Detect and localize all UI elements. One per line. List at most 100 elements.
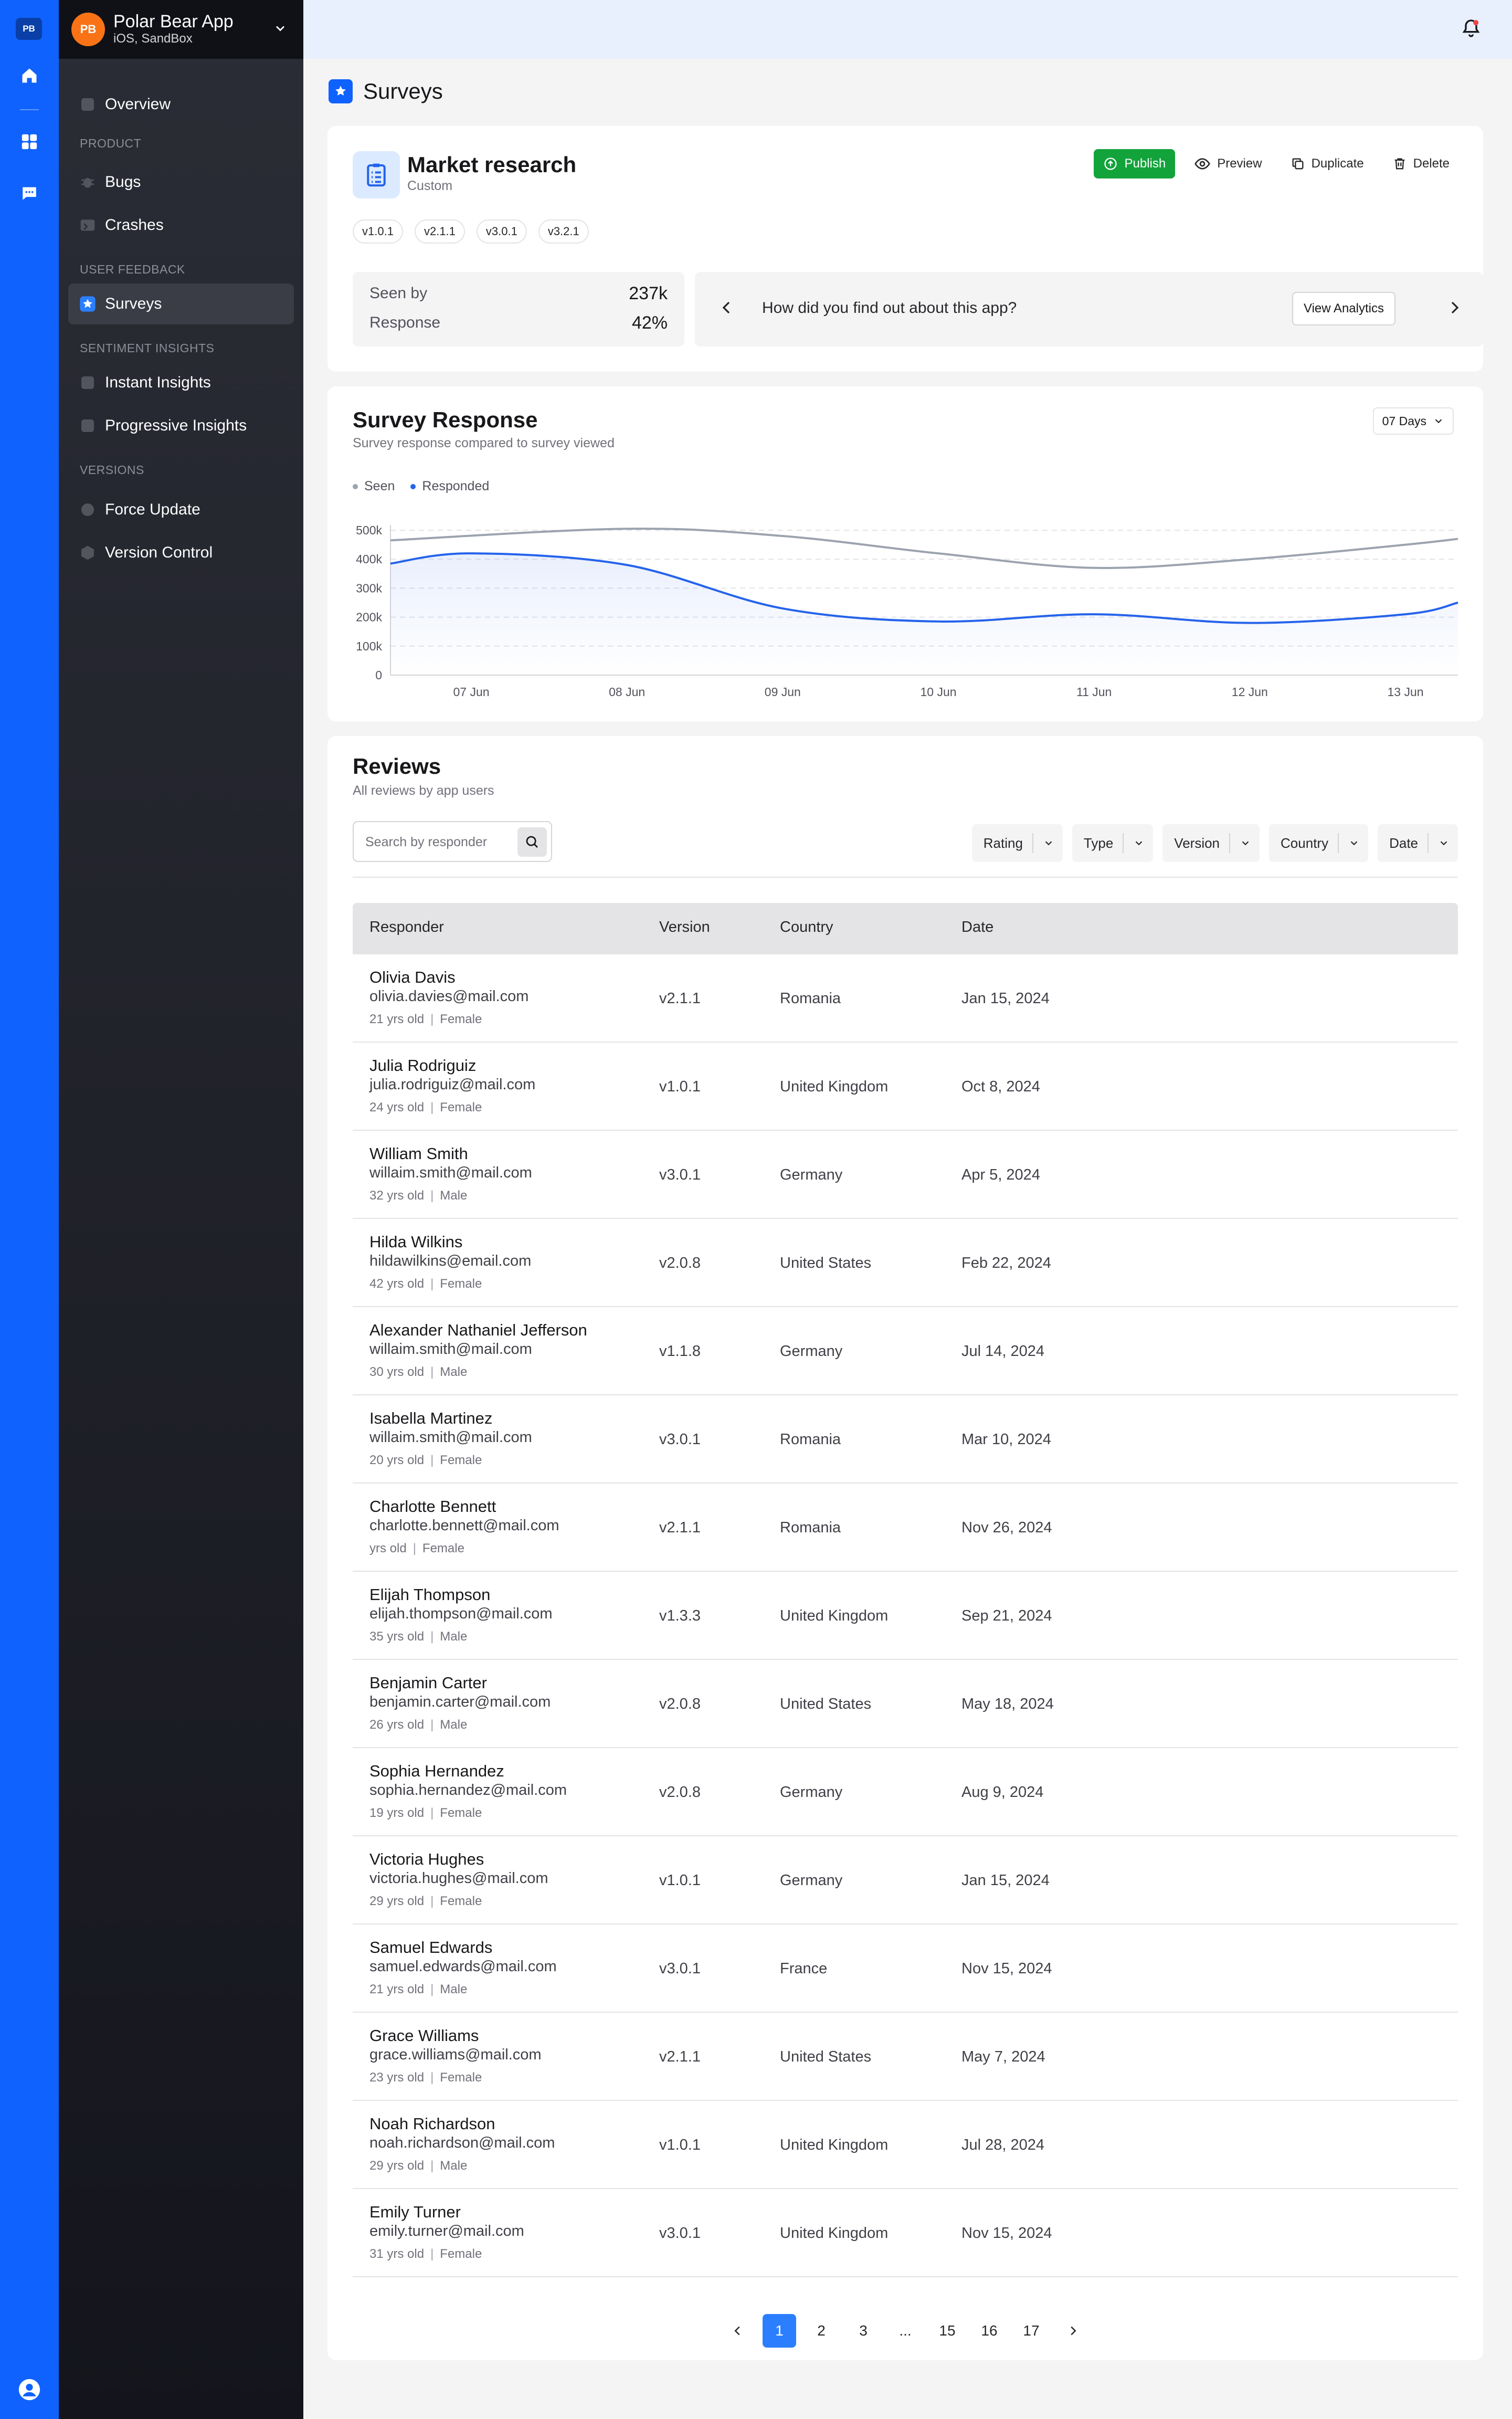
table-row[interactable]: Julia Rodriguiz julia.rodriguiz@mail.com 2… xyxy=(353,1043,1458,1131)
table-row[interactable]: Sophia Hernandez sophia.hernandez@mail.co… xyxy=(353,1748,1458,1836)
filter-rating[interactable]: Rating xyxy=(971,824,1063,862)
responder-gender: Female xyxy=(422,1541,464,1555)
preview-button[interactable]: Preview xyxy=(1185,149,1272,178)
table-row[interactable]: Noah Richardson noah.richardson@mail.com 2… xyxy=(353,2101,1458,2189)
filter-version[interactable]: Version xyxy=(1162,824,1260,862)
user-account-icon[interactable] xyxy=(15,2375,44,2404)
feedback-icon[interactable] xyxy=(15,178,44,208)
line-chart: 0 100k 200k 300k 400k 500k 07 Jun 08 Jun 09 Jun 1… xyxy=(356,523,1458,699)
sidebar-item-version-control[interactable]: Version Control xyxy=(68,532,294,573)
x-tick-label: 07 Jun xyxy=(453,685,489,699)
chevron-down-icon xyxy=(276,26,284,31)
table-row[interactable]: Hilda Wilkins hildawilkins@email.com 42 yr… xyxy=(353,1219,1458,1307)
table-row[interactable]: Elijah Thompson elijah.thompson@mail.com 3… xyxy=(353,1572,1458,1660)
column-header-date[interactable]: Date xyxy=(961,919,993,936)
table-row[interactable]: Victoria Hughes victoria.hughes@mail.com 2… xyxy=(353,1836,1458,1924)
version-tag[interactable]: v3.0.1 xyxy=(476,219,527,244)
table-row[interactable]: Emily Turner emily.turner@mail.com 31 yrs … xyxy=(353,2189,1458,2277)
x-tick-label: 13 Jun xyxy=(1387,685,1423,699)
table-row[interactable]: Olivia Davis olivia.davies@mail.com 21 yrs… xyxy=(353,954,1458,1043)
table-row[interactable]: William Smith willaim.smith@mail.com 32 yr… xyxy=(353,1131,1458,1219)
table-row[interactable]: Alexander Nathaniel Jefferson willaim.smi… xyxy=(353,1307,1458,1395)
sidebar-item-overview[interactable]: Overview xyxy=(68,84,294,125)
responder-name: Noah Richardson xyxy=(369,2115,495,2133)
survey-card: Market research Custom Publish Preview D… xyxy=(327,126,1483,372)
column-header-version[interactable]: Version xyxy=(659,919,710,936)
responder-meta: 26 yrs old | Male xyxy=(369,1718,467,1732)
responder-meta: 31 yrs old | Female xyxy=(369,2247,482,2262)
search-input[interactable] xyxy=(365,830,512,854)
page-button[interactable]: 2 xyxy=(805,2314,838,2348)
page-button[interactable]: 3 xyxy=(847,2314,880,2348)
responder-meta: 42 yrs old | Female xyxy=(369,1277,482,1291)
sidebar-item-progressive-insights[interactable]: Progressive Insights xyxy=(68,405,294,446)
responder-age: 29 yrs old xyxy=(369,1894,425,1908)
filter-date[interactable]: Date xyxy=(1378,824,1458,862)
cell-version: v1.1.8 xyxy=(659,1343,701,1360)
app-switcher[interactable]: PB Polar Bear App iOS, SandBox xyxy=(59,0,303,59)
page-button[interactable]: 17 xyxy=(1014,2314,1048,2348)
responder-meta: 21 yrs old | Male xyxy=(369,1982,467,1997)
question-carousel: How did you find out about this app? Vie… xyxy=(695,272,1483,346)
sidebar-item-instant-insights[interactable]: Instant Insights xyxy=(68,362,294,403)
filter-type[interactable]: Type xyxy=(1072,824,1154,862)
column-header-country[interactable]: Country xyxy=(780,919,833,936)
home-icon[interactable] xyxy=(15,61,44,90)
cell-date: Nov 15, 2024 xyxy=(961,1960,1052,1977)
meta-separator: | xyxy=(430,1453,434,1467)
response-value: 42% xyxy=(631,313,668,333)
delete-button[interactable]: Delete xyxy=(1382,149,1459,178)
dashboard-icon[interactable] xyxy=(15,127,44,156)
table-row[interactable]: Charlotte Bennett charlotte.bennett@mail.… xyxy=(353,1484,1458,1572)
table-row[interactable]: Isabella Martinez willaim.smith@mail.com 2… xyxy=(353,1395,1458,1484)
y-tick-label: 100k xyxy=(356,639,382,653)
page-button[interactable]: 16 xyxy=(972,2314,1006,2348)
chevron-left-icon[interactable] xyxy=(716,297,737,318)
eye-icon xyxy=(1194,158,1211,170)
cell-version: v2.0.8 xyxy=(659,1696,701,1712)
filter-separator xyxy=(1428,833,1429,853)
responder-name: Grace Williams xyxy=(369,2026,479,2045)
cell-date: Jan 15, 2024 xyxy=(961,1872,1050,1889)
duplicate-button[interactable]: Duplicate xyxy=(1281,149,1373,178)
version-tag[interactable]: v1.0.1 xyxy=(353,219,403,244)
publish-button[interactable]: Publish xyxy=(1094,149,1176,178)
cell-date: Jan 15, 2024 xyxy=(961,990,1050,1007)
responder-name: Olivia Davis xyxy=(369,968,456,986)
version-tag[interactable]: v3.2.1 xyxy=(538,219,589,244)
responder-age: 20 yrs old xyxy=(369,1453,425,1467)
responder-name: Elijah Thompson xyxy=(369,1585,491,1604)
responder-email: olivia.davies@mail.com xyxy=(369,988,529,1005)
sidebar-item-crashes[interactable]: Crashes xyxy=(68,205,294,246)
chevron-right-icon[interactable] xyxy=(1444,297,1465,318)
version-tag[interactable]: v2.1.1 xyxy=(414,219,465,244)
cell-version: v2.0.8 xyxy=(659,1255,701,1271)
column-header-responder[interactable]: Responder xyxy=(369,919,444,936)
chevron-left-icon[interactable] xyxy=(721,2314,754,2348)
review-filters: Rating Type Version Country Date xyxy=(971,824,1458,862)
table-row[interactable]: Samuel Edwards samuel.edwards@mail.com 21 … xyxy=(353,1924,1458,2013)
notification-bell-icon[interactable] xyxy=(1461,18,1482,41)
x-tick-label: 08 Jun xyxy=(609,685,645,699)
sidebar-item-force-update[interactable]: Force Update xyxy=(68,489,294,530)
responder-name: Emily Turner xyxy=(369,2203,461,2221)
cell-version: v3.0.1 xyxy=(659,2225,701,2242)
sidebar-item-surveys[interactable]: Surveys xyxy=(68,283,294,324)
sidebar-item-bugs[interactable]: Bugs xyxy=(68,162,294,203)
chevron-right-icon[interactable] xyxy=(1056,2314,1090,2348)
sidebar-item-label: Overview xyxy=(105,96,171,113)
responder-name: Samuel Edwards xyxy=(369,1938,493,1957)
table-row[interactable]: Grace Williams grace.williams@mail.com 23 … xyxy=(353,2013,1458,2101)
cell-version: v3.0.1 xyxy=(659,1431,701,1448)
view-analytics-button[interactable]: View Analytics xyxy=(1292,292,1395,325)
table-row[interactable]: Benjamin Carter benjamin.carter@mail.com 2… xyxy=(353,1660,1458,1748)
responder-meta: 30 yrs old | Male xyxy=(369,1365,467,1380)
search-button[interactable] xyxy=(517,827,547,857)
filter-separator xyxy=(1338,833,1339,853)
cell-country: United Kingdom xyxy=(780,2137,889,2153)
rail-divider xyxy=(20,109,39,110)
filter-country[interactable]: Country xyxy=(1269,824,1369,862)
page-button[interactable]: 15 xyxy=(931,2314,964,2348)
page-button[interactable]: 1 xyxy=(763,2314,796,2348)
responder-meta: 19 yrs old | Female xyxy=(369,1806,482,1821)
